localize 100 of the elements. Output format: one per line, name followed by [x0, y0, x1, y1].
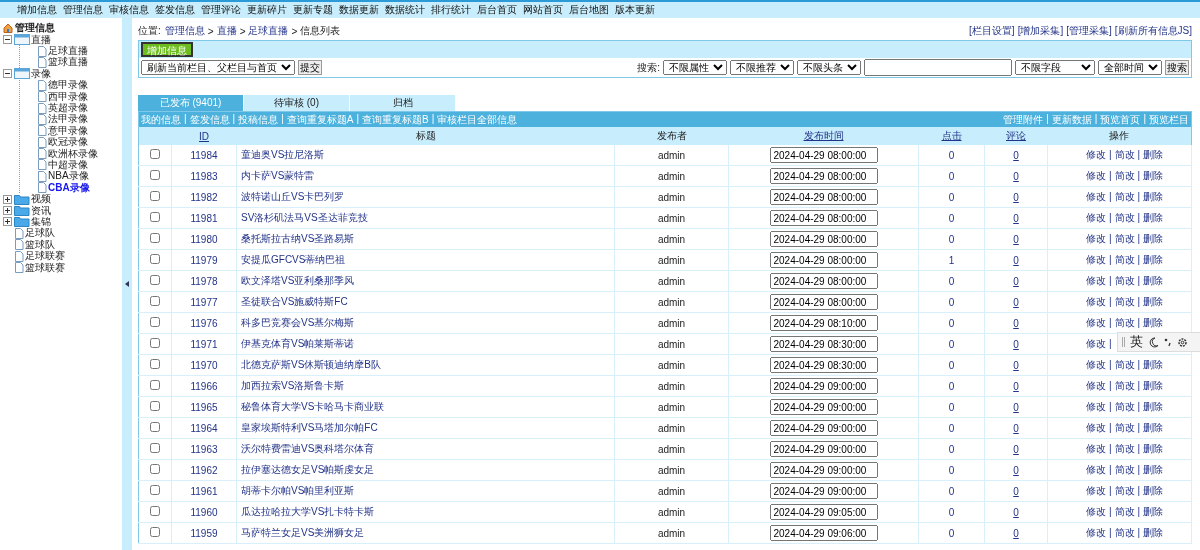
action-link[interactable]: 简改	[1114, 170, 1135, 181]
comments-link[interactable]: 0	[1013, 317, 1019, 329]
title-link[interactable]: 拉伊塞达德女足VS帕斯虔女足	[241, 464, 375, 475]
comments-link[interactable]: 0	[1013, 527, 1019, 539]
title-link[interactable]: 北德克萨斯VS休斯顿迪纳摩B队	[241, 359, 381, 370]
row-checkbox[interactable]	[150, 506, 160, 516]
nav-link[interactable]: 网站首页	[522, 3, 564, 17]
time-field[interactable]: 2024-04-29 09:00:00	[769, 378, 878, 394]
nav-link[interactable]: 后台首页	[476, 3, 518, 17]
title-link[interactable]: 波特诺山丘VS卡巴列罗	[241, 191, 345, 202]
time-field[interactable]: 2024-04-29 09:00:00	[769, 399, 878, 415]
title-link[interactable]: 瓜达拉哈拉大学VS扎卡特卡斯	[241, 506, 375, 517]
action-link[interactable]: 简改	[1114, 275, 1135, 286]
nav-link[interactable]: 数据统计	[384, 3, 426, 17]
row-checkbox[interactable]	[150, 401, 160, 411]
action-link[interactable]: 简改	[1114, 296, 1135, 307]
comments-link[interactable]: 0	[1013, 212, 1019, 224]
nav-link[interactable]: 管理信息	[62, 3, 104, 17]
tree-item[interactable]: 篮球直播	[48, 55, 88, 70]
action-link[interactable]: 删除	[1143, 401, 1164, 412]
comments-link[interactable]: 0	[1013, 422, 1019, 434]
action-link[interactable]: 删除	[1143, 170, 1164, 181]
column-header[interactable]: ID	[199, 130, 209, 142]
ime-mode[interactable]: 英	[1130, 333, 1143, 351]
comments-link[interactable]: 0	[1013, 464, 1019, 476]
comments-link[interactable]: 0	[1013, 254, 1019, 266]
action-link[interactable]: 删除	[1143, 212, 1164, 223]
time-field[interactable]: 2024-04-29 08:30:00	[769, 357, 878, 373]
time-field[interactable]: 2024-04-29 08:00:00	[769, 168, 878, 184]
tree-item[interactable]: 录像	[31, 66, 51, 81]
action-link[interactable]: 删除	[1143, 317, 1164, 328]
time-field[interactable]: 2024-04-29 09:05:00	[769, 504, 878, 520]
row-checkbox[interactable]	[150, 275, 160, 285]
expand-icon[interactable]	[3, 206, 12, 216]
expand-icon[interactable]	[3, 217, 12, 227]
comments-link[interactable]: 0	[1013, 275, 1019, 287]
action-link[interactable]: 修改	[1086, 149, 1106, 160]
comments-link[interactable]: 0	[1013, 338, 1019, 350]
nav-link[interactable]: 增加信息	[16, 3, 58, 17]
time-field[interactable]: 2024-04-29 09:06:00	[769, 525, 878, 541]
tab[interactable]: 归档	[350, 95, 455, 111]
row-checkbox[interactable]	[150, 443, 160, 453]
title-link[interactable]: 安提瓜GFCVS蒂纳巴祖	[241, 254, 346, 265]
action-link[interactable]: 修改	[1086, 506, 1106, 517]
action-link[interactable]: 修改	[1086, 254, 1106, 265]
nav-link[interactable]: 排行统计	[430, 3, 472, 17]
action-link[interactable]: 修改	[1086, 527, 1106, 538]
row-checkbox[interactable]	[150, 380, 160, 390]
nav-link[interactable]: 审核信息	[108, 3, 150, 17]
title-link[interactable]: 伊基克体育VS帕莱斯蒂诺	[241, 338, 355, 349]
collapse-icon[interactable]	[3, 69, 12, 79]
column-header[interactable]: 点击	[941, 130, 962, 141]
action-link[interactable]: 删除	[1143, 506, 1164, 517]
breadcrumb-link[interactable]: 足球直播	[248, 24, 289, 38]
tree-item[interactable]: 篮球联赛	[25, 260, 65, 275]
action-link[interactable]: 简改	[1114, 485, 1135, 496]
moon-icon[interactable]	[1148, 336, 1159, 348]
filter-select[interactable]: 不限属性	[663, 60, 727, 75]
row-checkbox[interactable]	[150, 464, 160, 474]
time-select[interactable]: 全部时间	[1098, 60, 1162, 75]
action-link[interactable]: 删除	[1143, 233, 1164, 244]
nav-link[interactable]: 签发信息	[154, 3, 196, 17]
nav-link[interactable]: 版本更新	[614, 3, 656, 17]
submit-button[interactable]: 提交	[298, 60, 322, 75]
action-link[interactable]: 修改	[1086, 401, 1106, 412]
row-checkbox[interactable]	[150, 170, 160, 180]
top-link[interactable]: [刷新所有信息JS]	[1114, 24, 1192, 38]
tab[interactable]: 待审核 (0)	[244, 95, 349, 111]
row-checkbox[interactable]	[150, 422, 160, 432]
title-link[interactable]: 桑托斯拉古纳VS圣路易斯	[241, 233, 355, 244]
action-link[interactable]: 修改	[1086, 212, 1106, 223]
row-checkbox[interactable]	[150, 254, 160, 264]
action-link[interactable]: 修改	[1086, 485, 1106, 496]
comments-link[interactable]: 0	[1013, 401, 1019, 413]
top-link[interactable]: [栏目设置]	[969, 24, 1015, 38]
search-field[interactable]	[864, 59, 1012, 76]
time-field[interactable]: 2024-04-29 08:00:00	[769, 189, 878, 205]
comments-link[interactable]: 0	[1013, 149, 1019, 161]
top-link[interactable]: [增加采集]	[1017, 24, 1064, 38]
title-link[interactable]: 胡蒂卡尔帕VS帕里利亚斯	[241, 485, 355, 496]
comments-link[interactable]: 0	[1013, 170, 1019, 182]
time-field[interactable]: 2024-04-29 08:00:00	[769, 273, 878, 289]
action-link[interactable]: 简改	[1114, 149, 1135, 160]
breadcrumb-link[interactable]: 直播	[216, 24, 237, 38]
action-link[interactable]: 修改	[1086, 191, 1106, 202]
column-header[interactable]: 发布时间	[803, 130, 844, 141]
comments-link[interactable]: 0	[1013, 233, 1019, 245]
top-link[interactable]: [管理采集]	[1066, 24, 1112, 38]
row-checkbox[interactable]	[150, 359, 160, 369]
action-link[interactable]: 修改	[1086, 338, 1106, 349]
comments-link[interactable]: 0	[1013, 443, 1019, 455]
action-link[interactable]: 修改	[1086, 233, 1106, 244]
action-link[interactable]: 修改	[1086, 317, 1106, 328]
filter-select[interactable]: 不限头条	[797, 60, 861, 75]
title-link[interactable]: 沃尔特费雷迪VS奥科塔尔体育	[241, 443, 375, 454]
action-link[interactable]: 简改	[1114, 443, 1135, 454]
title-link[interactable]: 马萨特兰女足VS美洲狮女足	[241, 527, 365, 538]
action-link[interactable]: 简改	[1114, 233, 1135, 244]
action-link[interactable]: 删除	[1143, 527, 1164, 538]
action-link[interactable]: 修改	[1086, 464, 1106, 475]
